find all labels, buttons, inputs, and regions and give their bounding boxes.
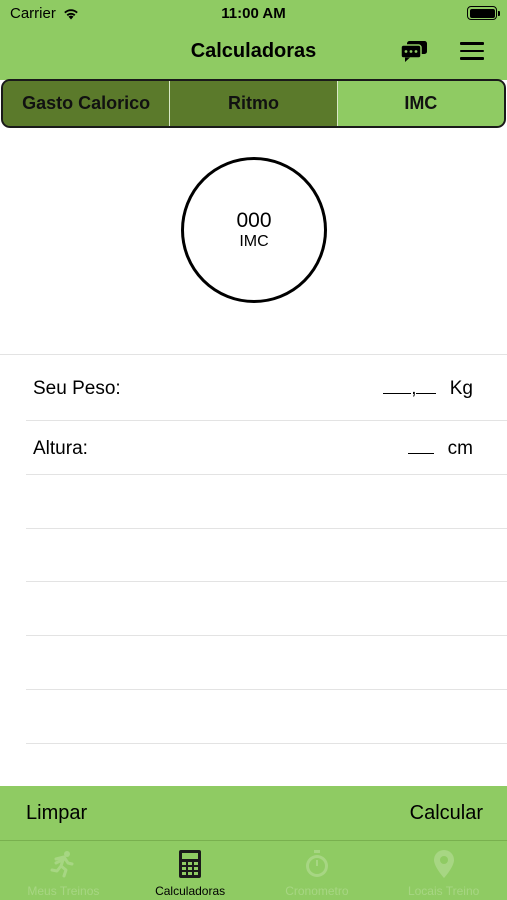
- row-divider: [26, 689, 507, 690]
- navigation-bar: Calculadoras: [0, 28, 507, 76]
- calculate-button[interactable]: Calcular: [410, 802, 483, 825]
- tab-bar: Meus Treinos Calculadoras Cronometro Loc…: [0, 840, 507, 900]
- row-divider: [26, 743, 507, 744]
- height-field[interactable]: cm: [408, 438, 473, 460]
- tab-cronometro[interactable]: Cronometro: [254, 841, 381, 900]
- tab-label: Meus Treinos: [27, 884, 100, 898]
- weight-integer-blank: [383, 380, 412, 394]
- tab-meus-treinos[interactable]: Meus Treinos: [0, 841, 127, 900]
- clear-button[interactable]: Limpar: [26, 802, 87, 825]
- row-divider: [26, 528, 507, 529]
- tab-locais-treino[interactable]: Locais Treino: [380, 841, 507, 900]
- tab-calculadoras[interactable]: Calculadoras: [127, 841, 254, 900]
- calculator-icon: [179, 850, 202, 878]
- tab-label: Locais Treino: [407, 884, 480, 898]
- height-blank: [408, 440, 435, 454]
- height-label: Altura:: [33, 438, 88, 459]
- tab-label: Cronometro: [285, 884, 349, 898]
- height-unit: cm: [447, 438, 473, 459]
- weight-label: Seu Peso:: [33, 378, 121, 399]
- row-divider: [26, 635, 507, 636]
- weight-field[interactable]: , Kg: [383, 378, 473, 400]
- battery-icon: [467, 6, 500, 20]
- weight-unit: Kg: [449, 378, 473, 399]
- segment-ritmo[interactable]: Ritmo: [170, 81, 338, 126]
- weight-decimal-blank: [416, 380, 437, 394]
- imc-result-value: 000: [236, 209, 272, 232]
- app-screen: Carrier 11:00 AM Calculadoras Gasto Calo…: [0, 0, 507, 900]
- row-divider: [26, 420, 507, 421]
- segment-imc[interactable]: IMC: [337, 81, 504, 126]
- menu-icon[interactable]: [460, 42, 484, 62]
- page-title: Calculadoras: [190, 40, 317, 62]
- runner-icon: [50, 851, 74, 878]
- imc-result-circle: 000 IMC: [181, 157, 327, 303]
- status-time: 11:00 AM: [221, 5, 286, 22]
- row-divider: [26, 474, 507, 475]
- tab-label: Calculadoras: [155, 884, 226, 898]
- chat-icon[interactable]: [400, 40, 428, 64]
- segment-gasto-calorico[interactable]: Gasto Calorico: [3, 81, 171, 126]
- imc-result-label: IMC: [239, 233, 269, 250]
- row-divider: [26, 581, 507, 582]
- stopwatch-icon: [305, 850, 328, 877]
- row-divider: [0, 354, 507, 355]
- top-bar: Carrier 11:00 AM Calculadoras: [0, 0, 507, 80]
- calculator-segmented-control: Gasto Calorico Ritmo IMC: [1, 79, 506, 128]
- status-bar: Carrier 11:00 AM: [0, 0, 507, 28]
- action-bar: Limpar Calcular: [0, 786, 507, 840]
- location-pin-icon: [433, 850, 454, 878]
